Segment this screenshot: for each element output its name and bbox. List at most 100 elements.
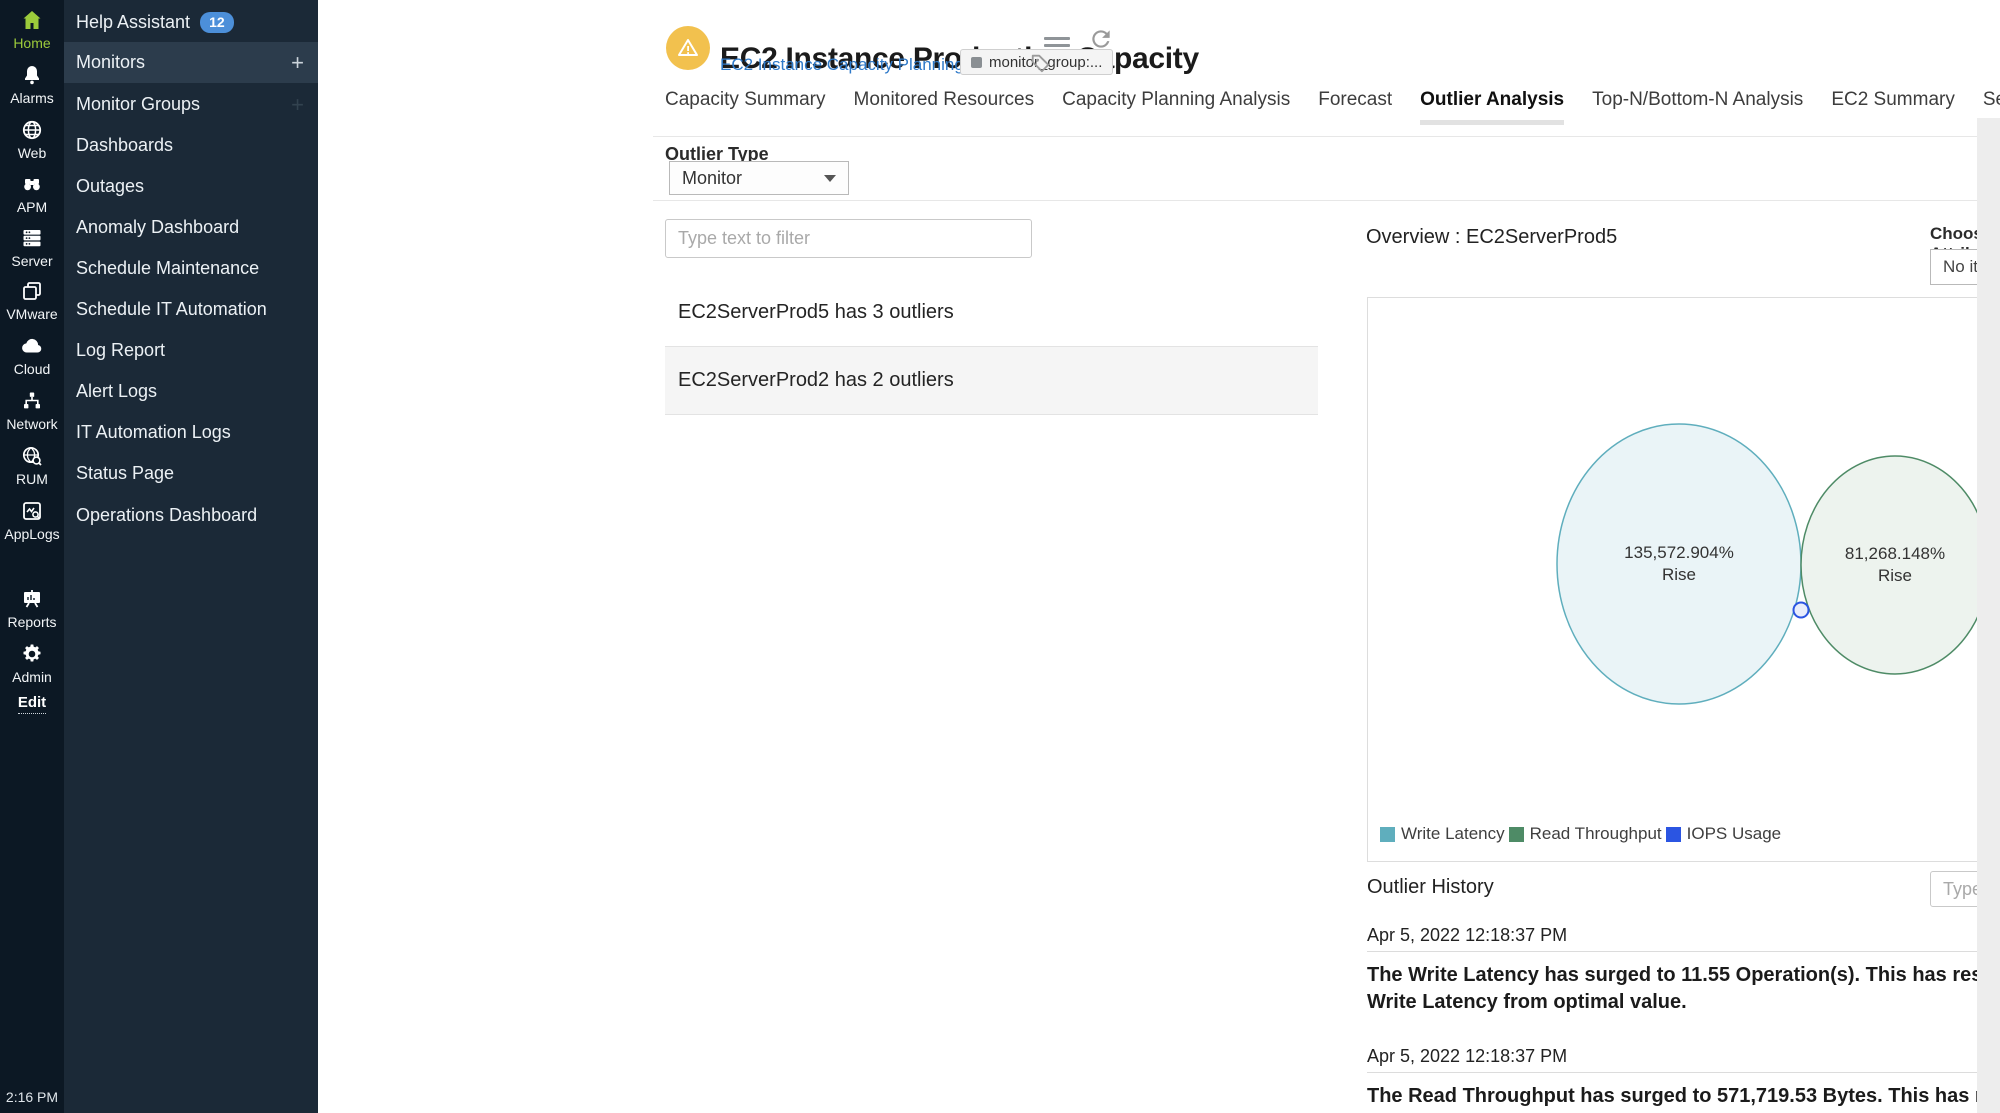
history-entry-text: The Read Throughput has surged to 571,71… xyxy=(1367,1083,2000,1113)
sidebar-menu: Help Assistant 12 Monitors + Monitor Groups +… xyxy=(64,0,318,1113)
add-icon[interactable]: + xyxy=(291,52,304,74)
rail-item-label: RUM xyxy=(16,471,48,487)
rail-item-server[interactable]: Server xyxy=(0,226,64,269)
sidebar-item-dashboards[interactable]: Dashboards xyxy=(64,125,318,166)
rail-item-label: AppLogs xyxy=(4,526,59,542)
vmware-icon xyxy=(20,279,44,303)
scrollbar-gutter[interactable] xyxy=(1977,118,2000,1113)
sidebar-item-label: Operations Dashboard xyxy=(76,505,257,526)
chart-legend: Write Latency Read ThroughputIOPS Usage xyxy=(1380,824,1785,844)
sidebar-item-monitors[interactable]: Monitors + xyxy=(64,42,318,83)
chevron-down-icon xyxy=(824,175,836,182)
bubble-read-throughput[interactable] xyxy=(1801,456,1989,674)
legend-swatch xyxy=(1509,827,1524,842)
sidebar-item-alert-logs[interactable]: Alert Logs xyxy=(64,371,318,412)
bubble-chart xyxy=(1368,298,2000,863)
sidebar-item-outages[interactable]: Outages xyxy=(64,166,318,207)
applogs-icon xyxy=(20,499,44,523)
legend-label: Read Throughput xyxy=(1530,824,1662,844)
sidebar-item-label: IT Automation Logs xyxy=(76,422,231,443)
tab-bar: Capacity Summary Monitored Resources Capac… xyxy=(665,89,2000,125)
bubble-write-latency[interactable] xyxy=(1557,424,1801,704)
bubble-iops-usage[interactable] xyxy=(1794,603,1809,618)
rail-item-label: Home xyxy=(13,35,50,51)
main-content: EC2 Instance Production Capacity EC2 Ins… xyxy=(318,0,2000,1113)
legend-swatch xyxy=(1666,827,1681,842)
web-icon xyxy=(20,118,44,142)
server-icon xyxy=(20,226,44,250)
breadcrumb-monitor-group-link[interactable]: EC2 Instance Capacity Planning xyxy=(720,55,964,75)
tab-capacity-summary[interactable]: Capacity Summary xyxy=(665,89,826,120)
rail-item-label: Admin xyxy=(12,669,52,685)
rail-edit-label: Edit xyxy=(18,694,46,714)
rail-item-label: Reports xyxy=(7,614,56,630)
sidebar-item-it-automation-logs[interactable]: IT Automation Logs xyxy=(64,412,318,453)
admin-icon xyxy=(20,642,44,666)
home-icon xyxy=(20,8,44,32)
legend-item-write-latency[interactable]: Write Latency xyxy=(1380,824,1505,844)
screen: Edit 2:16 PM Home Alarms Web APM Server VMwar… xyxy=(0,0,2000,1113)
tab-capacity-planning-analysis[interactable]: Capacity Planning Analysis xyxy=(1062,89,1290,120)
rail-item-apm[interactable]: APM xyxy=(0,172,64,215)
sidebar-item-label: Monitor Groups xyxy=(76,94,200,115)
rum-icon xyxy=(20,444,44,468)
legend-label: Write Latency xyxy=(1401,824,1505,844)
sidebar-item-help-assistant[interactable]: Help Assistant 12 xyxy=(64,2,318,43)
outlier-list-item[interactable]: EC2ServerProd5 has 3 outliers xyxy=(665,279,1318,347)
sidebar-item-log-report[interactable]: Log Report xyxy=(64,330,318,371)
outlier-list-filter-input[interactable] xyxy=(665,219,1032,258)
sidebar-item-schedule-maintenance[interactable]: Schedule Maintenance xyxy=(64,248,318,289)
cloud-icon xyxy=(20,334,44,358)
rail-item-alarms[interactable]: Alarms xyxy=(0,63,64,106)
rail-item-admin[interactable]: Admin xyxy=(0,642,64,685)
rail-item-label: APM xyxy=(17,199,47,215)
rail-item-home[interactable]: Home xyxy=(0,8,64,51)
sidebar-item-monitor-groups[interactable]: Monitor Groups + xyxy=(64,84,318,125)
rail-item-web[interactable]: Web xyxy=(0,118,64,161)
add-icon[interactable]: + xyxy=(291,94,304,116)
tag-chip-square-icon xyxy=(971,57,982,68)
rail-edit-button[interactable]: Edit xyxy=(0,694,64,712)
rail-item-label: Alarms xyxy=(10,90,54,106)
tab-outlier-analysis[interactable]: Outlier Analysis xyxy=(1420,89,1564,125)
clock-time: 2:16 PM xyxy=(0,1089,64,1105)
sidebar-item-anomaly-dashboard[interactable]: Anomaly Dashboard xyxy=(64,207,318,248)
rail-item-reports[interactable]: Reports xyxy=(0,587,64,630)
overview-title: Overview : EC2ServerProd5 xyxy=(1366,226,1617,249)
tab-monitored-resources[interactable]: Monitored Resources xyxy=(854,89,1035,120)
outlier-type-select[interactable]: Monitor xyxy=(669,161,849,195)
tab-forecast[interactable]: Forecast xyxy=(1318,89,1392,120)
sidebar-item-label: Log Report xyxy=(76,340,165,361)
tab-top-n-bottom-n-analysis[interactable]: Top-N/Bottom-N Analysis xyxy=(1592,89,1803,120)
sidebar-item-label: Alert Logs xyxy=(76,381,157,402)
legend-item-read-throughput[interactable]: Read Throughput xyxy=(1509,824,1662,844)
legend-item-iops-usage[interactable]: IOPS Usage xyxy=(1666,824,1782,844)
rail-item-applogs[interactable]: AppLogs xyxy=(0,499,64,542)
outlier-list-item-label: EC2ServerProd5 has 3 outliers xyxy=(678,301,954,324)
sidebar-item-label: Schedule IT Automation xyxy=(76,299,267,320)
rail-item-label: Server xyxy=(11,253,52,269)
sidebar-item-label: Anomaly Dashboard xyxy=(76,217,239,238)
sidebar-item-label: Help Assistant xyxy=(76,12,190,33)
rail-item-rum[interactable]: RUM xyxy=(0,444,64,487)
rail-item-label: Network xyxy=(6,416,57,432)
tab-server-agent-metrics[interactable]: Server Agent Metrics xyxy=(1983,89,2000,120)
divider xyxy=(653,200,2000,201)
sidebar-item-schedule-it-automation[interactable]: Schedule IT Automation xyxy=(64,289,318,330)
rail-item-network[interactable]: Network xyxy=(0,389,64,432)
outlier-list-item-label: EC2ServerProd2 has 2 outliers xyxy=(678,369,954,392)
rail-item-cloud[interactable]: Cloud xyxy=(0,334,64,377)
rail-item-vmware[interactable]: VMware xyxy=(0,279,64,322)
help-assistant-badge: 12 xyxy=(200,12,234,33)
rail-item-label: VMware xyxy=(6,306,57,322)
network-icon xyxy=(20,389,44,413)
sidebar-item-label: Outages xyxy=(76,176,144,197)
legend-swatch xyxy=(1380,827,1395,842)
sidebar-item-operations-dashboard[interactable]: Operations Dashboard xyxy=(64,495,318,536)
tab-ec2-summary[interactable]: EC2 Summary xyxy=(1831,89,1955,120)
outlier-list-item[interactable]: EC2ServerProd2 has 2 outliers xyxy=(665,347,1318,415)
sidebar-item-status-page[interactable]: Status Page xyxy=(64,453,318,494)
tags-icon[interactable] xyxy=(1030,52,1052,79)
rail-item-label: Web xyxy=(18,145,47,161)
sidebar-item-label: Monitors xyxy=(76,52,145,73)
